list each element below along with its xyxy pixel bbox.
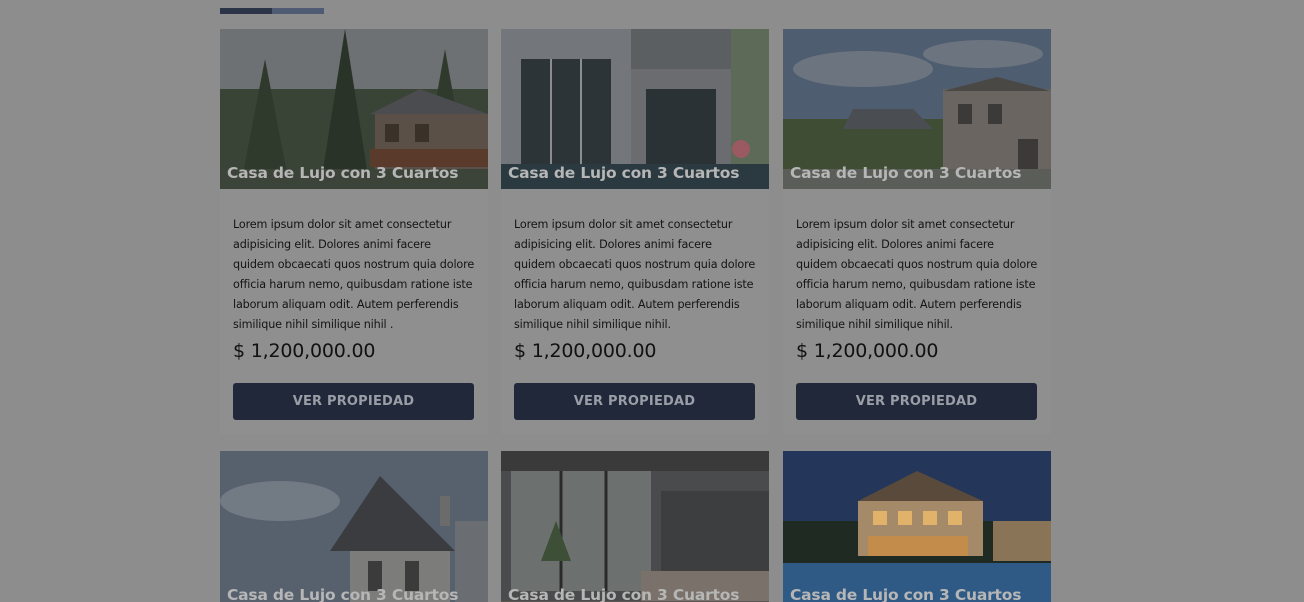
- property-price: $ 1,200,000.00: [233, 340, 376, 362]
- section-accent-bar: [220, 8, 324, 14]
- card-body: Lorem ipsum dolor sit amet consectetur a…: [220, 189, 488, 434]
- view-property-button[interactable]: VER PROPIEDAD: [233, 383, 474, 420]
- property-photo[interactable]: Casa de Lujo con 3 Cuartos: [501, 451, 769, 602]
- accent-bar-dark: [220, 8, 272, 14]
- property-card: Casa de Lujo con 3 Cuartos: [783, 451, 1051, 602]
- property-photo[interactable]: Casa de Lujo con 3 Cuartos: [783, 451, 1051, 602]
- property-price: $ 1,200,000.00: [514, 340, 657, 362]
- card-body: Lorem ipsum dolor sit amet consectetur a…: [783, 189, 1051, 434]
- property-card: Casa de Lujo con 3 Cuartos Lorem ipsum d…: [220, 29, 488, 434]
- property-card: Casa de Lujo con 3 Cuartos Lorem ipsum d…: [501, 29, 769, 434]
- property-title: Casa de Lujo con 3 Cuartos: [508, 164, 740, 182]
- property-photo[interactable]: Casa de Lujo con 3 Cuartos: [220, 451, 488, 602]
- view-property-button[interactable]: VER PROPIEDAD: [796, 383, 1037, 420]
- view-property-button[interactable]: VER PROPIEDAD: [514, 383, 755, 420]
- property-card: Casa de Lujo con 3 Cuartos: [501, 451, 769, 602]
- living-room-image: [501, 451, 769, 602]
- accent-bar-light: [272, 8, 324, 14]
- property-card: Casa de Lujo con 3 Cuartos: [220, 451, 488, 602]
- property-title: Casa de Lujo con 3 Cuartos: [227, 586, 459, 602]
- property-card: Casa de Lujo con 3 Cuartos Lorem ipsum d…: [783, 29, 1051, 434]
- property-title: Casa de Lujo con 3 Cuartos: [227, 164, 459, 182]
- property-description: Lorem ipsum dolor sit amet consectetur a…: [514, 218, 756, 331]
- card-body: Lorem ipsum dolor sit amet consectetur a…: [501, 189, 769, 434]
- property-title: Casa de Lujo con 3 Cuartos: [790, 586, 1022, 602]
- property-description: Lorem ipsum dolor sit amet consectetur a…: [796, 218, 1038, 331]
- gabled-house-image: [220, 451, 488, 602]
- property-title: Casa de Lujo con 3 Cuartos: [508, 586, 740, 602]
- property-title: Casa de Lujo con 3 Cuartos: [790, 164, 1022, 182]
- property-price: $ 1,200,000.00: [796, 340, 939, 362]
- night-villa-pool-image: [783, 451, 1051, 602]
- property-photo[interactable]: Casa de Lujo con 3 Cuartos: [220, 29, 488, 189]
- property-description: Lorem ipsum dolor sit amet consectetur a…: [233, 218, 475, 331]
- property-photo[interactable]: Casa de Lujo con 3 Cuartos: [501, 29, 769, 189]
- property-photo[interactable]: Casa de Lujo con 3 Cuartos: [783, 29, 1051, 189]
